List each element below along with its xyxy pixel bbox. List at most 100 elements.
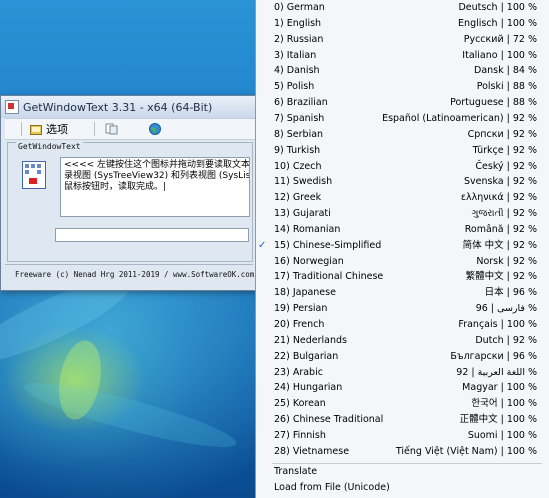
language-label: 2) Russian (274, 33, 324, 45)
language-completion: 한국어 | 100 % (471, 398, 537, 410)
copy-icon (105, 123, 118, 135)
menu-item-language[interactable]: 14) Romanian Română | 92 % (256, 222, 549, 238)
menu-item-language[interactable]: 6) Brazilian Portuguese | 88 % (256, 95, 549, 111)
language-label: 7) Spanish (274, 112, 325, 124)
language-completion: Magyar | 100 % (462, 382, 537, 394)
menu-item-language[interactable]: 0) German Deutsch | 100 % (256, 0, 549, 16)
language-completion: Portuguese | 88 % (450, 97, 537, 109)
menu-item-language[interactable]: 20) French Français | 100 % (256, 317, 549, 333)
language-label: 4) Danish (274, 65, 320, 77)
web-button[interactable] (147, 121, 163, 137)
menu-item-language[interactable]: 12) Greek ελληνικά | 92 % (256, 190, 549, 206)
menu-item-language[interactable]: 4) Danish Dansk | 84 % (256, 63, 549, 79)
toolbar-separator (94, 122, 95, 136)
language-label: 20) French (274, 319, 325, 330)
language-label: 15) Chinese-Simplified (274, 239, 382, 251)
language-completion: Italiano | 100 % (462, 49, 537, 61)
menu-item-language[interactable]: 5) Polish Polski | 88 % (256, 79, 549, 95)
menu-item-language[interactable]: 13) Gujarati ગુજરાતી | 92 % (256, 206, 549, 222)
language-label: 0) German (274, 2, 325, 13)
language-label: 16) Norwegian (274, 255, 344, 267)
language-label: 14) Romanian (274, 223, 341, 235)
language-label: 9) Turkish (274, 144, 321, 156)
text-line: 鼠标按钮时，读取完成。| (64, 182, 167, 192)
language-label: 12) Greek (274, 192, 322, 204)
language-completion: Türkçe | 92 % (472, 144, 537, 156)
language-completion: Dutch | 92 % (475, 334, 537, 346)
language-completion: Română | 92 % (464, 223, 537, 235)
language-label: 28) Vietnamese (274, 445, 350, 457)
menu-item-language[interactable]: 25) Korean 한국어 | 100 % (256, 396, 549, 412)
menu-item-language[interactable]: 21) Nederlands Dutch | 92 % (256, 333, 549, 349)
options-button[interactable]: 选项 (28, 121, 70, 137)
menu-item-translate[interactable]: Translate (256, 464, 549, 480)
menu-item-language[interactable]: 18) Japanese 日本 | 96 % (256, 285, 549, 301)
menu-item-language[interactable]: 7) Spanish Español (Latinoamerican) | 92 … (256, 111, 549, 127)
language-label: 3) Italian (274, 49, 317, 61)
language-completion: 96 | فارسی % (475, 303, 537, 315)
app-icon (5, 100, 19, 114)
language-label: 19) Persian (274, 303, 328, 315)
menu-item-language[interactable]: 23) Arabic اللغة العربية | 92 % (256, 365, 549, 381)
language-completion: Tiếng Việt (Việt Nam) | 100 % (395, 445, 537, 457)
language-label: 8) Serbian (274, 128, 324, 140)
menu-item-language[interactable]: 2) Russian Русский | 72 % (256, 32, 549, 48)
menu-item-language[interactable]: 1) English Englisch | 100 % (256, 16, 549, 32)
menu-item-language[interactable]: 19) Persian 96 | فارسی % (256, 301, 549, 317)
language-label: 27) Finnish (274, 429, 326, 441)
menu-item-language[interactable]: 26) Chinese Traditional 正體中文 | 100 % (256, 412, 549, 428)
menu-item-language[interactable]: 8) Serbian Српски | 92 % (256, 127, 549, 143)
language-label: 22) Bulgarian (274, 350, 339, 362)
getwindowtext-groupbox: GetWindowText <<<< 左键按住这个图标并拖动到要读取文本的窗口 … (7, 142, 253, 262)
options-icon (30, 124, 42, 135)
language-completion: Русский | 72 % (463, 33, 537, 45)
copy-button[interactable] (103, 121, 121, 137)
menu-item-language[interactable]: 3) Italian Italiano | 100 % (256, 48, 549, 64)
menu-item-language[interactable]: 9) Turkish Türkçe | 92 % (256, 143, 549, 159)
language-label: 11) Swedish (274, 176, 333, 188)
menu-item-language[interactable]: 10) Czech Český | 92 % (256, 159, 549, 175)
menu-item-language[interactable]: 28) Vietnamese Tiếng Việt (Việt Nam) | 10… (256, 444, 549, 460)
language-completion: Български | 96 % (450, 350, 537, 362)
language-completion: Dansk | 84 % (474, 65, 537, 77)
menu-item-load-from-file[interactable]: Load from File (Unicode) (256, 480, 549, 496)
menu-item-language[interactable]: 11) Swedish Svenska | 92 % (256, 174, 549, 190)
language-label: 26) Chinese Traditional (274, 414, 384, 426)
language-completion: ગુજરાતી | 92 % (471, 208, 537, 220)
title-bar[interactable]: GetWindowText 3.31 - x64 (64-Bit) (1, 96, 257, 118)
toolbar-separator (21, 122, 22, 136)
checkmark-icon: ✓ (258, 239, 267, 251)
language-completion: Српски | 92 % (467, 128, 537, 140)
drag-target-icon[interactable] (22, 161, 46, 189)
language-completion: Polski | 88 % (476, 81, 537, 93)
window-title: GetWindowText 3.31 - x64 (64-Bit) (23, 100, 213, 114)
secondary-text-input[interactable] (55, 228, 249, 242)
language-completion: Svenska | 92 % (464, 176, 537, 188)
menu-item-language[interactable]: 27) Finnish Suomi | 100 % (256, 428, 549, 444)
language-completion: 正體中文 | 100 % (459, 414, 537, 426)
menu-item-language[interactable]: ✓ 15) Chinese-Simplified 简体 中文 | 92 % (256, 238, 549, 254)
text-line: 录视图 (SysTreeView32) 和列表视图 (SysListVi (64, 171, 250, 181)
language-label: 21) Nederlands (274, 334, 348, 346)
language-label: 5) Polish (274, 81, 315, 93)
menu-item-label: Load from File (Unicode) (274, 482, 390, 493)
language-completion: ελληνικά | 92 % (460, 192, 537, 204)
wallpaper-streak (19, 372, 241, 458)
language-label: 25) Korean (274, 398, 326, 410)
footer-divider (5, 264, 253, 265)
menu-item-language[interactable]: 22) Bulgarian Български | 96 % (256, 349, 549, 365)
language-label: 23) Arabic (274, 366, 323, 378)
menu-item-language[interactable]: 17) Traditional Chinese 繁體中文 | 92 % (256, 269, 549, 285)
language-completion: Norsk | 92 % (476, 255, 537, 267)
language-completion: Deutsch | 100 % (458, 2, 537, 13)
window-text-box[interactable]: <<<< 左键按住这个图标并拖动到要读取文本的窗口 录视图 (SysTreeVi… (60, 157, 250, 217)
menu-item-language[interactable]: 16) Norwegian Norsk | 92 % (256, 254, 549, 270)
language-completion: اللغة العربية | 92 % (456, 366, 537, 378)
language-completion: 简体 中文 | 92 % (462, 239, 537, 251)
toolbar: 选项 (5, 118, 255, 140)
language-label: 13) Gujarati (274, 208, 331, 220)
language-label: 10) Czech (274, 160, 322, 172)
menu-item-language[interactable]: 24) Hungarian Magyar | 100 % (256, 380, 549, 396)
globe-icon (149, 123, 161, 135)
getwindowtext-window[interactable]: GetWindowText 3.31 - x64 (64-Bit) 选项 Get… (0, 95, 258, 291)
